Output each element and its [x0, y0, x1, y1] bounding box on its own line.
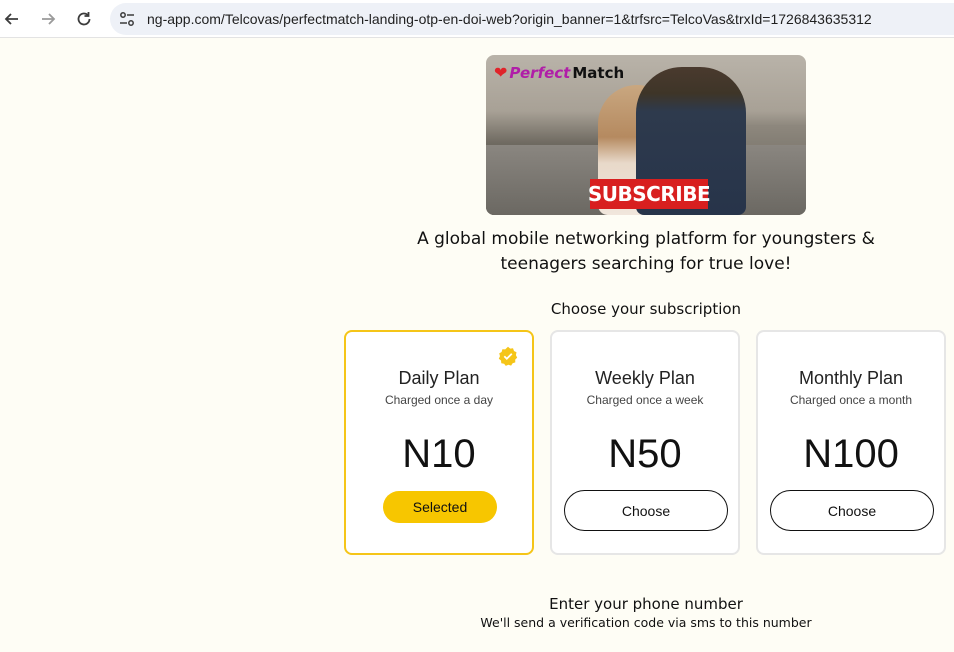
plan-price: N50 [608, 432, 682, 476]
plan-description: Charged once a week [586, 393, 704, 407]
tagline: A global mobile networking platform for … [396, 227, 896, 277]
plan-description: Charged once a day [384, 393, 494, 407]
forward-icon[interactable] [36, 7, 60, 31]
plan-card-monthly[interactable]: Monthly Plan Charged once a month N100 C… [756, 330, 946, 555]
plan-price: N100 [803, 432, 899, 476]
choose-monthly-button[interactable]: Choose [770, 490, 934, 531]
back-icon[interactable] [0, 7, 24, 31]
plan-card-daily[interactable]: Daily Plan Charged once a day N10 Select… [344, 330, 534, 555]
subscribe-badge[interactable]: SUBSCRIBE [588, 179, 711, 209]
verified-check-icon [498, 346, 518, 366]
selected-button[interactable]: Selected [383, 491, 497, 523]
perfect-match-logo: ❤ Perfect Match [494, 63, 624, 83]
logo-text-match: Match [572, 64, 625, 82]
plan-name: Monthly Plan [798, 368, 904, 388]
plan-name: Weekly Plan [595, 368, 695, 388]
phone-subtext: We'll send a verification code via sms t… [480, 615, 812, 630]
plan-description: Charged once a month [789, 393, 913, 407]
tagline-line-2: teenagers searching for true love! [500, 254, 792, 274]
plan-name: Daily Plan [398, 368, 480, 388]
tagline-line-1: A global mobile networking platform for … [417, 229, 875, 249]
logo-text-perfect: Perfect [509, 64, 571, 82]
phone-heading: Enter your phone number [549, 595, 743, 613]
heart-icon: ❤ [494, 65, 508, 82]
url-text[interactable]: ng-app.com/Telcovas/perfectmatch-landing… [147, 11, 872, 27]
plan-price: N10 [402, 432, 476, 476]
choose-weekly-button[interactable]: Choose [564, 490, 728, 531]
subscription-heading: Choose your subscription [550, 300, 742, 318]
plan-card-weekly[interactable]: Weekly Plan Charged once a week N50 Choo… [550, 330, 740, 555]
promo-banner[interactable]: ❤ Perfect Match SUBSCRIBE [486, 55, 806, 215]
browser-toolbar: ng-app.com/Telcovas/perfectmatch-landing… [0, 0, 954, 38]
address-bar[interactable]: ng-app.com/Telcovas/perfectmatch-landing… [110, 3, 954, 35]
reload-icon[interactable] [72, 7, 96, 31]
site-info-icon[interactable] [118, 10, 136, 28]
